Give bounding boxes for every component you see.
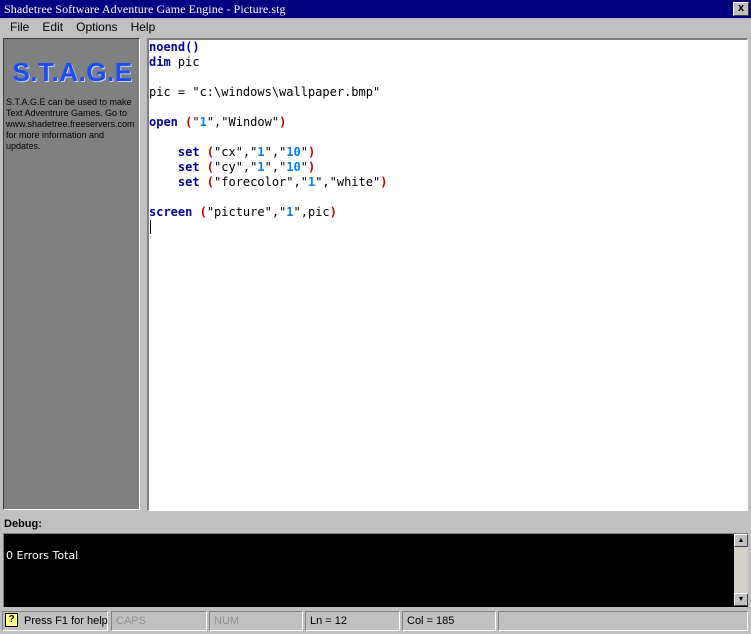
code-line: pic = "c:\windows\wallpaper.bmp" (149, 85, 387, 100)
code-line: screen ("picture","1",pic) (149, 205, 387, 220)
code-token: ) (308, 160, 316, 174)
code-line: set ("forecolor","1","white") (149, 175, 388, 190)
code-token: " (300, 145, 308, 159)
side-description: S.T.A.G.E can be used to make Text Adven… (6, 97, 135, 151)
menu-bar: File Edit Options Help (0, 18, 751, 37)
code-token: ) (279, 115, 287, 129)
debug-output-text: 0 Errors Total (6, 549, 79, 562)
code-token: screen (149, 205, 193, 219)
status-num: NUM (209, 611, 303, 631)
code-line: noend() (149, 40, 387, 55)
code-token: "picture"," (206, 205, 287, 219)
code-token: "cy"," (214, 160, 258, 174)
stage-logo: S.T.A.G.E (12, 57, 133, 87)
code-editor[interactable]: noend() dim pic pic = "c:\windows\wallpap… (147, 38, 748, 511)
code-token: ",pic (293, 205, 330, 219)
code-token: " (192, 115, 200, 129)
code-line: set ("cx","1","10") (149, 145, 387, 160)
title-bar[interactable]: Shadetree Software Adventure Game Engine… (0, 0, 751, 18)
status-help-text: Press F1 for help (24, 615, 108, 627)
code-token: noend() (149, 40, 200, 54)
close-icon: x (737, 2, 745, 14)
code-token: "forecolor"," (214, 175, 308, 189)
menu-help[interactable]: Help (126, 18, 161, 34)
menu-file[interactable]: File (5, 18, 34, 34)
code-token: pic = "c:\windows\wallpaper.bmp" (149, 85, 381, 99)
debug-output-panel[interactable]: 0 Errors Total ▲ ▼ (3, 533, 748, 607)
code-token: "cx"," (214, 145, 258, 159)
code-token: ","white" (315, 175, 381, 189)
text-caret (150, 220, 151, 234)
code-token: ( (199, 175, 215, 189)
scroll-up-button[interactable]: ▲ (734, 534, 748, 547)
code-token: 10 (286, 160, 301, 174)
code-token: 1 (257, 145, 265, 159)
status-bar: ? Press F1 for help CAPS NUM Ln = 12 Col … (0, 609, 751, 634)
scroll-down-button[interactable]: ▼ (734, 593, 748, 606)
code-token: 1 (286, 205, 294, 219)
code-line: open ("1","Window") (149, 115, 387, 130)
menu-options[interactable]: Options (71, 18, 122, 34)
arrow-up-icon: ▲ (737, 537, 745, 544)
window-title: Shadetree Software Adventure Game Engine… (4, 2, 286, 16)
code-token: set (149, 175, 200, 189)
status-help: ? Press F1 for help (2, 611, 108, 631)
status-empty-pane (498, 611, 748, 631)
debug-scrollbar[interactable]: ▲ ▼ (734, 534, 748, 606)
code-token: ( (177, 115, 193, 129)
code-token: pic (170, 55, 200, 69)
status-column: Col = 185 (402, 611, 496, 631)
code-token: open (149, 115, 178, 129)
code-token: ) (308, 145, 316, 159)
code-line: set ("cy","1","10") (149, 160, 387, 175)
code-token: ) (329, 205, 337, 219)
help-icon: ? (5, 613, 18, 627)
code-token: ( (199, 160, 215, 174)
status-line: Ln = 12 (305, 611, 400, 631)
code-token: "," (264, 160, 287, 174)
code-token: ( (192, 205, 207, 219)
code-token: set (149, 145, 200, 159)
code-token: ( (199, 145, 215, 159)
code-line: dim pic (149, 55, 387, 70)
close-button[interactable]: x (733, 2, 749, 16)
code-token: 1 (199, 115, 207, 129)
code-token: set (149, 160, 200, 174)
code-token: 1 (257, 160, 265, 174)
menu-edit[interactable]: Edit (37, 18, 68, 34)
code-lines: noend() dim pic pic = "c:\windows\wallpap… (149, 40, 387, 235)
status-caps: CAPS (111, 611, 207, 631)
code-token: ","Window" (206, 115, 280, 129)
side-panel: S.T.A.G.E S.T.A.G.E can be used to make … (3, 38, 140, 510)
code-token: " (300, 160, 308, 174)
code-line (149, 220, 387, 235)
code-token: ) (380, 175, 388, 189)
code-token: dim (149, 55, 171, 69)
code-token: 10 (286, 145, 301, 159)
code-token: "," (264, 145, 287, 159)
debug-label: Debug: (4, 518, 42, 530)
arrow-down-icon: ▼ (737, 596, 745, 603)
